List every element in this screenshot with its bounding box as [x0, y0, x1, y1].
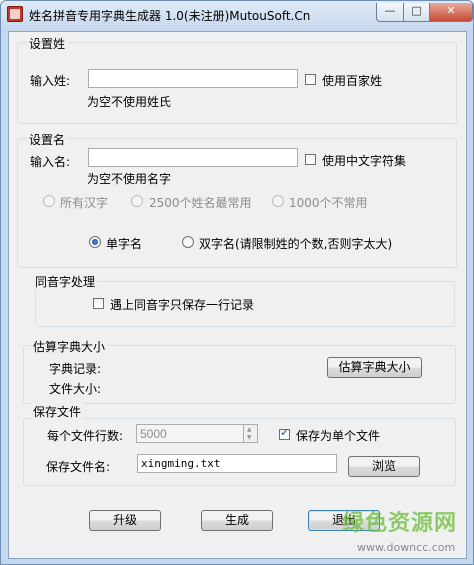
title-bar[interactable]: 姓名拼音专用字典生成器 1.0(未注册)MutouSoft.Cn — □ ✕ — [1, 1, 473, 29]
double-char-radio[interactable] — [182, 236, 194, 248]
surname-input[interactable] — [88, 69, 298, 88]
range-2500-label[interactable]: 2500个姓名最常用 — [149, 194, 252, 211]
lines-per-file-spinner[interactable]: ▲ ▼ — [244, 424, 258, 443]
surname-hint: 为空不使用姓氏 — [87, 95, 172, 109]
client-area: 设置姓 输入姓: 使用百家姓 为空不使用姓氏 设置名 输入名: 使用中文字符集 … — [8, 31, 467, 559]
use-baijiaxing-label[interactable]: 使用百家姓 — [322, 72, 382, 89]
filename-label: 保存文件名: — [46, 460, 111, 474]
range-2500-radio[interactable] — [131, 195, 143, 207]
maximize-button[interactable]: □ — [403, 3, 430, 22]
double-char-label[interactable]: 双字名(请限制姓的个数,否则字太大) — [199, 235, 392, 252]
app-icon — [7, 6, 23, 22]
range-all-radio[interactable] — [43, 195, 55, 207]
givenname-input-label: 输入名: — [30, 155, 71, 169]
generate-button[interactable]: 生成 — [201, 510, 273, 531]
surname-input-label: 输入姓: — [30, 74, 71, 88]
lines-per-file-label: 每个文件行数: — [47, 429, 124, 443]
use-chinese-charset-label[interactable]: 使用中文字符集 — [322, 152, 406, 169]
browse-button[interactable]: 浏览 — [348, 456, 420, 477]
givenname-hint: 为空不使用名字 — [87, 172, 172, 186]
watermark-url: www.downcc.com — [357, 541, 456, 554]
homophone-keep-one-label[interactable]: 遇上同音字只保存一行记录 — [110, 296, 254, 313]
watermark-brand: 绿色资源网 — [342, 511, 458, 536]
single-char-label[interactable]: 单字名 — [106, 235, 142, 252]
homophone-keep-one-checkbox[interactable] — [93, 298, 104, 309]
use-baijiaxing-checkbox[interactable] — [305, 74, 316, 85]
save-group-title: 保存文件 — [31, 403, 84, 420]
givenname-input[interactable] — [88, 148, 298, 167]
single-char-radio[interactable] — [89, 236, 101, 248]
estimate-size-button[interactable]: 估算字典大小 — [327, 357, 422, 378]
filename-input[interactable] — [137, 454, 337, 473]
givenname-group-title: 设置名 — [27, 131, 68, 148]
use-chinese-charset-checkbox[interactable] — [305, 154, 316, 165]
upgrade-button[interactable]: 升级 — [89, 510, 161, 531]
range-1000-radio[interactable] — [272, 195, 284, 207]
file-size-label: 文件大小: — [49, 382, 102, 396]
lines-per-file-input[interactable] — [136, 424, 244, 443]
window-title: 姓名拼音专用字典生成器 1.0(未注册)MutouSoft.Cn — [29, 9, 311, 23]
range-1000-label[interactable]: 1000个不常用 — [289, 194, 368, 211]
single-file-label[interactable]: 保存为单个文件 — [296, 427, 380, 444]
homophone-group-title: 同音字处理 — [33, 273, 98, 290]
close-button[interactable]: ✕ — [429, 3, 473, 22]
app-window: 姓名拼音专用字典生成器 1.0(未注册)MutouSoft.Cn — □ ✕ 设… — [0, 0, 474, 565]
minimize-button[interactable]: — — [376, 3, 404, 22]
single-file-checkbox[interactable] — [279, 426, 290, 440]
records-label: 字典记录: — [49, 362, 102, 376]
range-all-label[interactable]: 所有汉字 — [60, 194, 108, 211]
surname-group-title: 设置姓 — [27, 35, 68, 52]
estimate-group-title: 估算字典大小 — [31, 338, 108, 355]
